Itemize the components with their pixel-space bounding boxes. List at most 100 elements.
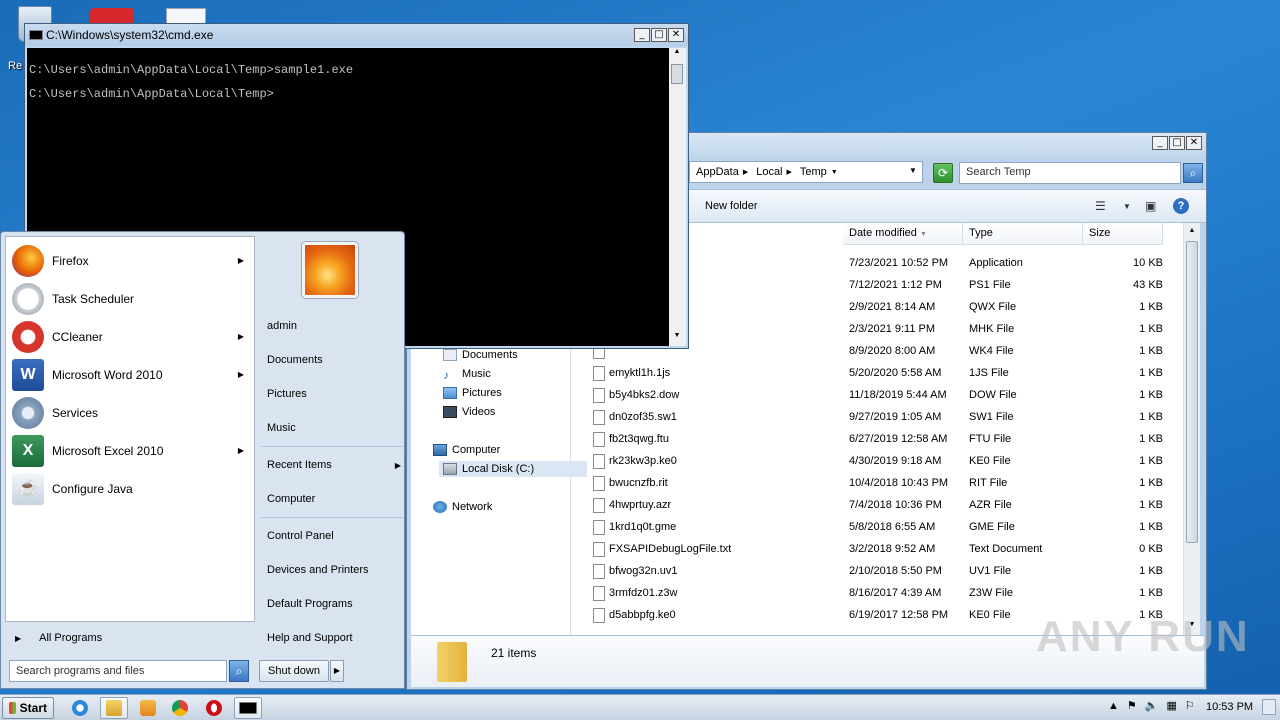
submenu-arrow-icon: ▶ <box>237 256 244 265</box>
nav-item-local-disk[interactable]: Local Disk (C:) <box>439 461 587 477</box>
link-control-panel[interactable]: Control Panel <box>267 530 334 542</box>
minimize-button[interactable]: _ <box>1152 136 1168 150</box>
view-dropdown-icon[interactable]: ▼ <box>1123 202 1131 211</box>
file-row[interactable]: bwucnzfb.rit 10/4/2018 10:43 PM RIT File 1 … <box>573 473 1173 495</box>
breadcrumb-local[interactable]: Local ▶ <box>756 166 792 178</box>
link-pictures[interactable]: Pictures <box>267 388 307 400</box>
column-type[interactable]: Type <box>963 223 1083 245</box>
link-documents[interactable]: Documents <box>267 354 323 366</box>
refresh-icon[interactable]: ⟳ <box>933 163 953 183</box>
file-size: 1 KB <box>1139 521 1163 533</box>
nav-item-music[interactable]: ♪ Music <box>443 368 491 382</box>
breadcrumb-appdata[interactable]: AppData ▶ <box>696 166 748 178</box>
cmd-close-button[interactable]: ✕ <box>668 28 684 42</box>
program-firefox[interactable]: Firefox ▶ <box>6 242 254 280</box>
address-bar[interactable]: AppData ▶ Local ▶ Temp ▼ <box>689 161 923 183</box>
file-date: 8/16/2017 4:39 AM <box>849 587 942 599</box>
file-list-scrollbar[interactable]: ▲ ▼ <box>1183 223 1200 635</box>
file-type: GME File <box>969 521 1015 533</box>
flag-icon[interactable]: ⚐ <box>1185 699 1195 712</box>
cmd-scrollbar[interactable]: ▲ ▼ <box>669 48 686 346</box>
cmd-maximize-button[interactable]: □ <box>651 28 667 42</box>
nav-item-pictures[interactable]: Pictures <box>443 387 502 399</box>
taskbar-media-player[interactable] <box>134 697 162 719</box>
shutdown-options-icon[interactable]: ▶ <box>330 660 344 682</box>
file-row[interactable]: 1krd1q0t.gme 5/8/2018 6:55 AM GME File 1 KB <box>573 517 1173 539</box>
volume-icon[interactable]: 🔈 <box>1145 699 1159 712</box>
scroll-up-icon[interactable]: ▲ <box>1184 223 1200 239</box>
address-dropdown-icon[interactable]: ▼ <box>909 166 917 175</box>
cmd-minimize-button[interactable]: _ <box>634 28 650 42</box>
start-button[interactable]: Start <box>2 697 54 719</box>
submenu-arrow-icon: ▶ <box>394 461 401 470</box>
program-task-scheduler[interactable]: Task Scheduler <box>6 280 254 318</box>
taskbar-ie[interactable] <box>66 697 94 719</box>
search-icon[interactable]: ⌕ <box>229 660 249 682</box>
link-admin[interactable]: admin <box>267 320 297 332</box>
file-name: FXSAPIDebugLogFile.txt <box>609 543 732 555</box>
action-center-icon[interactable]: ⚑ <box>1127 699 1137 712</box>
firefox-icon <box>12 245 44 277</box>
taskbar-explorer[interactable] <box>100 697 128 719</box>
file-row[interactable]: dn0zof35.sw1 9/27/2019 1:05 AM SW1 File 1 K… <box>573 407 1173 429</box>
program-excel[interactable]: X Microsoft Excel 2010 ▶ <box>6 432 254 470</box>
nav-item-documents[interactable]: Documents <box>443 349 518 361</box>
nav-item-videos[interactable]: Videos <box>443 406 495 418</box>
column-size[interactable]: Size <box>1083 223 1163 245</box>
file-name: bfwog32n.uv1 <box>609 565 678 577</box>
program-ccleaner[interactable]: CCleaner ▶ <box>6 318 254 356</box>
link-recent-items[interactable]: Recent Items ▶ <box>267 459 401 471</box>
program-configure-java[interactable]: ☕ Configure Java <box>6 470 254 508</box>
file-name: 1krd1q0t.gme <box>609 521 677 533</box>
disk-icon <box>443 463 457 475</box>
avatar[interactable] <box>302 242 358 298</box>
maximize-button[interactable]: □ <box>1169 136 1185 150</box>
clock[interactable]: 10:53 PM <box>1206 701 1253 713</box>
link-help-support[interactable]: Help and Support <box>267 632 353 644</box>
close-button[interactable]: ✕ <box>1186 136 1202 150</box>
taskbar-opera[interactable] <box>200 697 228 719</box>
file-row[interactable]: FXSAPIDebugLogFile.txt 3/2/2018 9:52 AM Te… <box>573 539 1173 561</box>
link-computer[interactable]: Computer <box>267 493 315 505</box>
search-icon[interactable]: ⌕ <box>1183 163 1203 183</box>
view-options-icon[interactable]: ☰ <box>1095 199 1106 213</box>
all-programs[interactable]: ▶ All Programs <box>5 628 255 650</box>
file-name: emyktl1h.1js <box>609 367 671 379</box>
breadcrumb-temp[interactable]: Temp ▼ <box>800 166 838 178</box>
file-row[interactable]: fb2t3qwg.ftu 6/27/2019 12:58 AM FTU File 1 … <box>573 429 1173 451</box>
cmd-titlebar[interactable]: C:\Windows\system32\cmd.exe _ □ ✕ <box>25 24 688 46</box>
nav-item-computer[interactable]: Computer <box>433 444 500 456</box>
cmd-scroll-up-icon[interactable]: ▲ <box>669 48 685 62</box>
file-row[interactable]: rk23kw3p.ke0 4/30/2019 9:18 AM KE0 File 1 K… <box>573 451 1173 473</box>
file-size: 1 KB <box>1139 323 1163 335</box>
column-date-modified[interactable]: Date modified ▼ <box>843 223 963 245</box>
nav-item-network[interactable]: Network <box>433 501 492 513</box>
scroll-thumb[interactable] <box>1186 241 1198 543</box>
help-icon[interactable]: ? <box>1173 198 1189 214</box>
preview-pane-icon[interactable]: ▣ <box>1145 199 1156 213</box>
file-row[interactable]: 3rmfdz01.z3w 8/16/2017 4:39 AM Z3W File 1 K… <box>573 583 1173 605</box>
cmd-scroll-down-icon[interactable]: ▼ <box>669 332 685 346</box>
music-icon: ♪ <box>443 368 449 382</box>
new-folder-button[interactable]: New folder <box>705 200 758 212</box>
file-row[interactable]: emyktl1h.1js 5/20/2020 5:58 AM 1JS File 1 K… <box>573 363 1173 385</box>
taskbar-cmd[interactable] <box>234 697 262 719</box>
file-row[interactable]: b5y4bks2.dow 11/18/2019 5:44 AM DOW File 1 … <box>573 385 1173 407</box>
file-row[interactable]: 4hwprtuy.azr 7/4/2018 10:36 PM AZR File 1 K… <box>573 495 1173 517</box>
network-status-icon[interactable]: ▦ <box>1166 699 1176 712</box>
shutdown-button[interactable]: Shut down <box>259 660 329 682</box>
file-icon <box>593 410 605 425</box>
separator <box>261 446 403 447</box>
cmd-scroll-thumb[interactable] <box>671 64 683 84</box>
program-services[interactable]: Services <box>6 394 254 432</box>
taskbar-chrome[interactable] <box>166 697 194 719</box>
link-default-programs[interactable]: Default Programs <box>267 598 353 610</box>
link-music[interactable]: Music <box>267 422 296 434</box>
show-desktop-button[interactable] <box>1262 699 1276 715</box>
link-devices-printers[interactable]: Devices and Printers <box>267 564 369 576</box>
start-search-input[interactable]: Search programs and files <box>9 660 227 682</box>
file-row[interactable]: bfwog32n.uv1 2/10/2018 5:50 PM UV1 File 1 K… <box>573 561 1173 583</box>
program-word[interactable]: W Microsoft Word 2010 ▶ <box>6 356 254 394</box>
tray-expand-icon[interactable]: ▲ <box>1108 700 1119 712</box>
search-input[interactable]: Search Temp <box>959 162 1181 184</box>
